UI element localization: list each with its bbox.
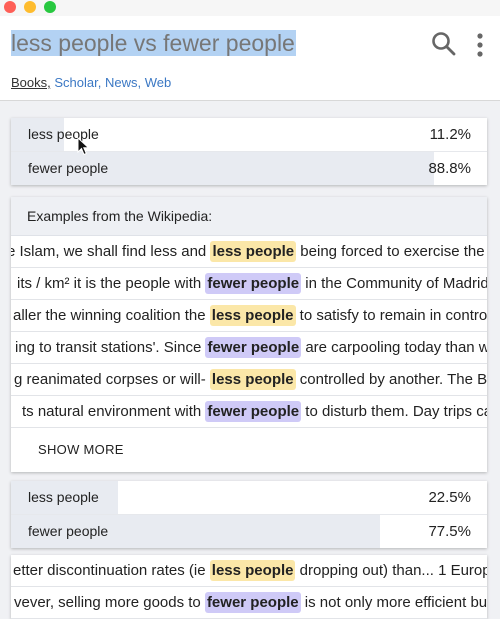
search-query-input[interactable]: less people vs fewer people	[11, 29, 296, 58]
example-highlight: fewer people	[205, 401, 302, 422]
example-sentence[interactable]: ts natural environment with fewer people…	[11, 396, 487, 428]
source-links[interactable]: Scholar, News, Web	[54, 75, 171, 90]
stat-percent: 11.2%	[429, 126, 471, 143]
examples-list: e Islam, we shall find less and less peo…	[11, 236, 487, 428]
example-text: ing to transit stations'. Since fewer pe…	[15, 332, 487, 363]
example-sentence[interactable]: etter discontinuation rates (ie less peo…	[11, 555, 487, 587]
zoom-window-button[interactable]	[44, 1, 56, 13]
example-text: its / km² it is the people with fewer pe…	[17, 268, 487, 299]
example-highlight: fewer people	[205, 337, 302, 358]
example-before: its / km² it is the people with	[17, 275, 206, 292]
example-highlight: fewer people	[204, 592, 301, 613]
example-before: g reanimated corpses or will-	[14, 371, 210, 388]
example-text: etter discontinuation rates (ie less peo…	[13, 555, 487, 586]
examples-card: Examples from the Wikipedia: e Islam, we…	[11, 197, 487, 472]
stat-label: fewer people	[28, 160, 109, 176]
more-vert-icon[interactable]	[472, 30, 488, 60]
example-before: vever, selling more goods to	[14, 594, 205, 611]
show-more-button[interactable]: SHOW MORE	[11, 428, 487, 472]
example-sentence[interactable]: e Islam, we shall find less and less peo…	[11, 236, 487, 268]
example-after: being forced to exercise the a	[296, 243, 487, 260]
stat-row[interactable]: less people 22.5%	[11, 481, 487, 515]
example-highlight: less people	[209, 560, 296, 581]
example-before: ing to transit stations'. Since	[15, 339, 206, 356]
example-after: to satisfy to remain in contro	[295, 307, 487, 324]
example-after: is not only more efficient bu	[300, 594, 487, 611]
example-before: ts natural environment with	[22, 403, 206, 420]
example-text: g reanimated corpses or will- less peopl…	[14, 364, 487, 395]
stat-percent: 22.5%	[428, 489, 471, 506]
example-sentence[interactable]: vever, selling more goods to fewer peopl…	[11, 587, 487, 619]
search-header: less people vs fewer people Books, Schol…	[0, 16, 500, 101]
example-text: e Islam, we shall find less and less peo…	[11, 236, 487, 267]
example-highlight: less people	[209, 305, 296, 326]
source-filters: Books, Scholar, News, Web	[11, 75, 171, 90]
examples-list-2: etter discontinuation rates (ie less peo…	[11, 555, 487, 619]
example-sentence[interactable]: ing to transit stations'. Since fewer pe…	[11, 332, 487, 364]
minimize-window-button[interactable]	[24, 1, 36, 13]
examples-title: Examples from the Wikipedia:	[11, 197, 487, 236]
example-sentence[interactable]: g reanimated corpses or will- less peopl…	[11, 364, 487, 396]
search-icon[interactable]	[431, 31, 457, 57]
source-books[interactable]: Books,	[11, 75, 51, 90]
example-after: are carpooling today than w	[301, 339, 487, 356]
example-text: vever, selling more goods to fewer peopl…	[14, 587, 487, 618]
example-sentence[interactable]: its / km² it is the people with fewer pe…	[11, 268, 487, 300]
example-text: aller the winning coalition the less peo…	[13, 300, 487, 331]
example-before: aller the winning coalition the	[13, 307, 210, 324]
mouse-pointer-icon	[77, 137, 90, 156]
example-after: controlled by another. The Bl	[295, 371, 487, 388]
query-text-selection: less people vs fewer people	[11, 30, 296, 56]
example-highlight: less people	[209, 369, 296, 390]
example-before: e Islam, we shall find less and	[11, 243, 211, 260]
stat-percent: 77.5%	[428, 523, 471, 540]
stat-row[interactable]: fewer people 77.5%	[11, 515, 487, 548]
stat-percent: 88.8%	[428, 160, 471, 177]
example-sentence[interactable]: aller the winning coalition the less peo…	[11, 300, 487, 332]
examples-card-2: etter discontinuation rates (ie less peo…	[11, 555, 487, 619]
example-after: dropping out) than... 1 Europ	[295, 562, 487, 579]
example-before: etter discontinuation rates (ie	[13, 562, 210, 579]
example-text: ts natural environment with fewer people…	[22, 396, 487, 427]
stat-label: less people	[28, 489, 99, 505]
example-after: to disturb them. Day trips ca	[301, 403, 487, 420]
window-titlebar	[0, 0, 500, 16]
close-window-button[interactable]	[4, 1, 16, 13]
example-after: in the Community of Madrid	[301, 275, 487, 292]
example-highlight: less people	[210, 241, 297, 262]
usage-stats-card-2: less people 22.5% fewer people 77.5%	[11, 481, 487, 548]
stat-label: fewer people	[28, 523, 109, 539]
example-highlight: fewer people	[205, 273, 302, 294]
